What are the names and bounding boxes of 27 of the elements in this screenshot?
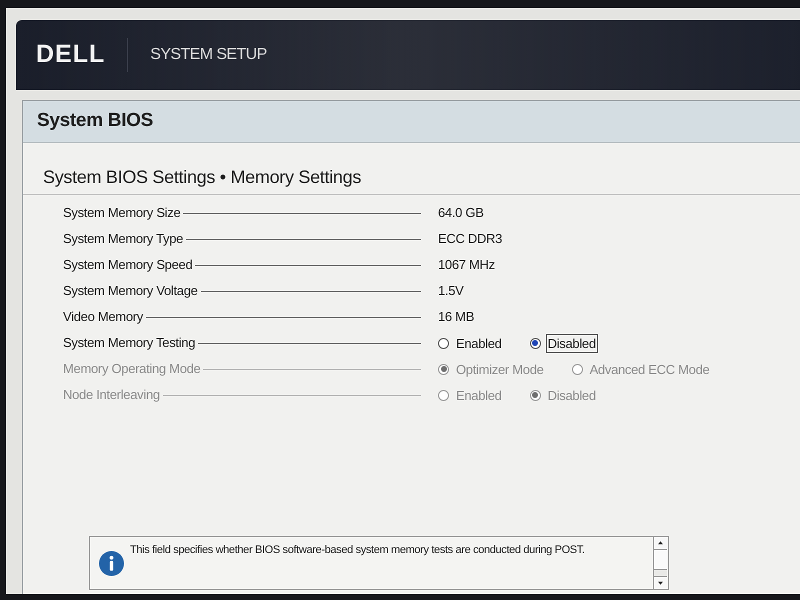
help-text: This field specifies whether BIOS software-based system memory tests are conducted during POST. (130, 543, 586, 558)
help-scrollbar[interactable] (653, 537, 667, 589)
scroll-down-icon[interactable] (654, 576, 667, 589)
radio-label[interactable]: Enabled (454, 334, 504, 352)
scroll-up-icon[interactable] (654, 537, 667, 550)
panel-title: System BIOS (37, 109, 154, 134)
setting-value: ECC DDR3 (438, 230, 502, 248)
header-title: SYSTEM SETUP (150, 45, 267, 65)
setting-label: Video Memory (63, 308, 143, 326)
setting-label: System Memory Type (63, 230, 184, 248)
setting-label: Node Interleaving (63, 386, 160, 404)
setting-label: System Memory Speed (63, 256, 192, 274)
panel-subtitle: System BIOS Settings • Memory Settings (43, 166, 362, 189)
setting-label: Memory Operating Mode (63, 360, 200, 378)
setting-label: System Memory Testing (63, 334, 196, 352)
setting-value: 1067 MHz (438, 256, 495, 274)
radio-button[interactable] (438, 338, 449, 348)
setting-value: 16 MB (438, 308, 474, 326)
setting-value: 64.0 GB (438, 204, 484, 222)
radio-label[interactable]: Disabled (546, 334, 598, 352)
setting-value: 1.5V (438, 282, 464, 300)
scroll-thumb[interactable] (654, 550, 667, 570)
setting-label: System Memory Size (63, 204, 180, 222)
setting-label: System Memory Voltage (63, 282, 198, 300)
dell-logo: DELL (36, 39, 106, 70)
info-icon (99, 551, 124, 576)
radio-button[interactable] (530, 338, 541, 348)
